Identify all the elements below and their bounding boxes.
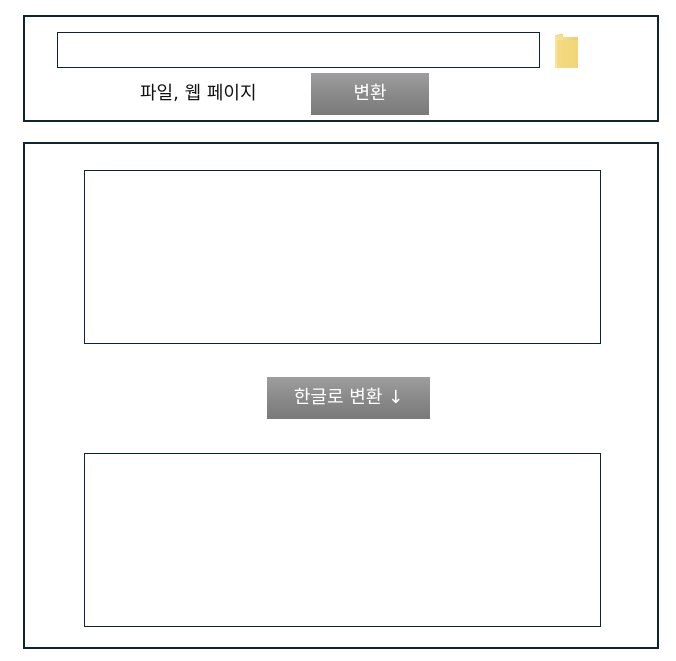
convert-to-korean-button[interactable]: 한글로 변환 ↓ <box>267 377 430 419</box>
translate-panel: 한글로 변환 ↓ <box>23 142 659 649</box>
source-text-area[interactable] <box>84 170 601 344</box>
url-input[interactable] <box>57 32 540 68</box>
convert-button[interactable]: 변환 <box>311 73 429 115</box>
folder-icon[interactable] <box>554 32 580 70</box>
source-panel: 파일, 웹 페이지 변환 <box>23 15 659 122</box>
result-text-area[interactable] <box>84 453 601 627</box>
source-label: 파일, 웹 페이지 <box>140 83 257 104</box>
